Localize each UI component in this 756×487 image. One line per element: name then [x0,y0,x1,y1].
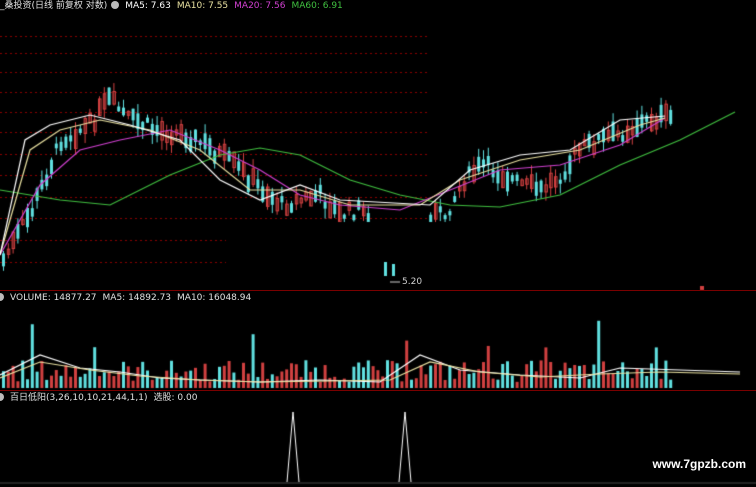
volume-legend: VOLUME: 14877.27 MA5: 14892.73 MA10: 16048… [0,293,257,304]
stock-title: _桑投资(日线 前复权 对数) [0,1,108,11]
ma60-label: MA60: 6.91 [291,1,343,11]
ma20-label: MA20: 7.56 [234,1,286,11]
panel-separator [0,290,756,291]
main-legend: _桑投资(日线 前复权 对数) MA5: 7.63 MA10: 7.55 MA20: … [0,1,349,12]
indicator-value: 选股: 0.00 [153,393,198,403]
watermark: www.7gpzb.com [652,457,746,471]
panel-toggle-icon[interactable] [0,393,4,401]
indicator-legend: 百日低阳(3,26,10,10,21,44,1,1) 选股: 0.00 [0,393,203,404]
volume-value: VOLUME: 14877.27 [10,293,97,303]
panel-separator [0,390,756,391]
ma10-label: MA10: 7.55 [176,1,229,11]
indicator-name: 百日低阳(3,26,10,10,21,44,1,1) [10,393,148,403]
panel-toggle-icon[interactable] [0,293,4,301]
low-price-label: 5.20 [402,277,423,287]
chart-canvas[interactable] [0,0,756,487]
volume-ma10: MA10: 16048.94 [177,293,252,303]
ma5-label: MA5: 7.63 [125,1,171,11]
settings-icon[interactable] [111,1,120,9]
volume-ma5: MA5: 14892.73 [102,293,172,303]
